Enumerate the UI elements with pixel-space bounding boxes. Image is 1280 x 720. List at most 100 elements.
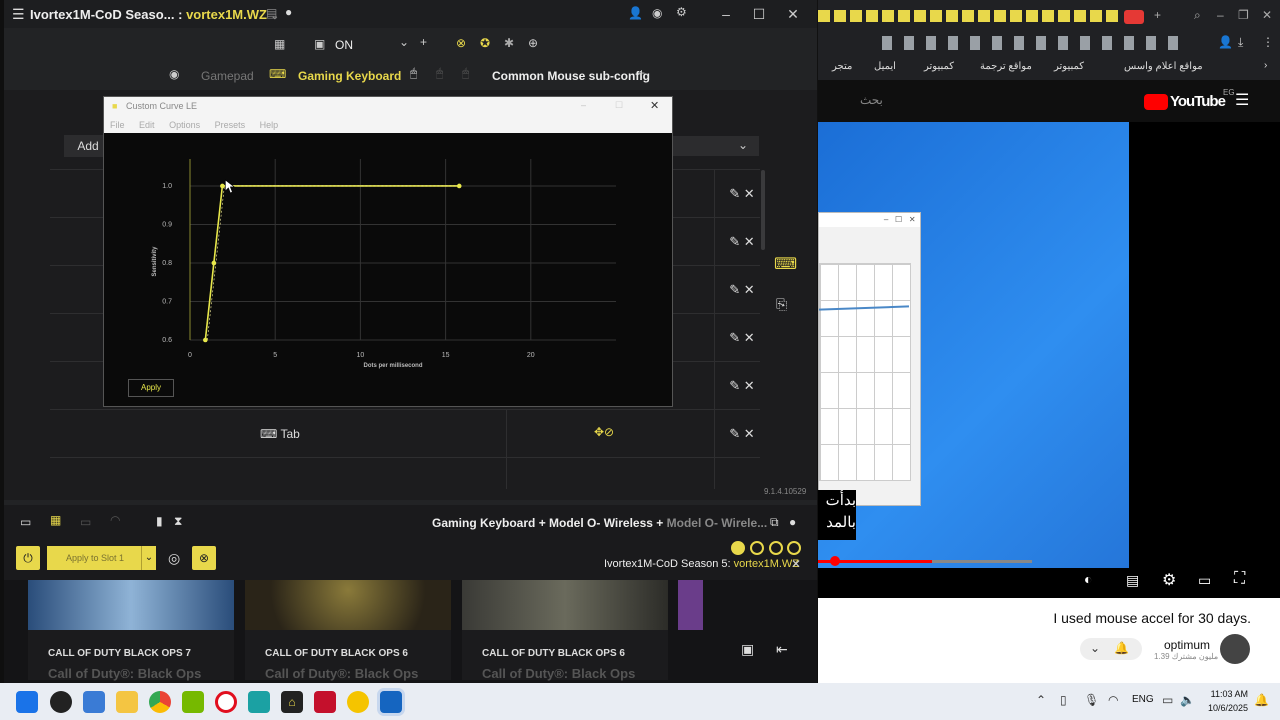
game-tile[interactable]: CALL OF DUTY BLACK OPS 6 Call of Duty®: … [462, 580, 668, 681]
tab-common-mouse[interactable]: Common Mouse sub-config [492, 69, 650, 83]
toggle-label[interactable]: ON [335, 38, 353, 52]
minimize-button[interactable]: – [1217, 8, 1224, 22]
slot-4-dot[interactable] [787, 541, 801, 555]
account-icon[interactable]: 👤 [628, 6, 643, 20]
extension-icons[interactable] [882, 36, 1182, 50]
apply-slot-button[interactable]: Apply to Slot 1 [47, 546, 143, 570]
fullscreen-icon[interactable]: ⛶ [1234, 570, 1245, 588]
copy-icon[interactable]: ⧉ [770, 515, 779, 530]
info-icon[interactable]: ● [789, 515, 796, 529]
keyboard-icon[interactable]: ⌨ [269, 67, 286, 81]
start-icon[interactable] [16, 691, 38, 713]
headset-icon[interactable]: ◠ [1108, 693, 1118, 707]
close-icon[interactable]: ✕ [791, 557, 801, 571]
slot-2-dot[interactable] [750, 541, 764, 555]
app-icon[interactable] [347, 691, 369, 713]
subtitles-icon[interactable]: ▤ [1126, 572, 1139, 589]
hamburger-menu-icon[interactable]: ☰ [1235, 90, 1249, 110]
row-actions[interactable]: ✎ ✕ [722, 234, 762, 250]
game-tile[interactable]: CALL OF DUTY BLACK OPS 6 Call of Duty®: … [245, 580, 451, 681]
game-tile[interactable]: CALL OF DUTY BLACK OPS 7 Call of Duty®: … [28, 580, 234, 681]
maximize-button[interactable]: ☐ [615, 100, 623, 111]
row-actions[interactable]: ✎ ✕ [722, 330, 762, 346]
menu-icon[interactable]: ⋮ [1262, 35, 1274, 49]
xbox-icon[interactable]: ⊗ [192, 546, 216, 570]
apply-button[interactable]: Apply [128, 379, 174, 397]
whatsapp-icon[interactable] [248, 691, 270, 713]
game-thumbnail[interactable] [678, 580, 703, 630]
language-indicator[interactable]: ENG [1132, 694, 1154, 705]
tab-gaming-keyboard[interactable]: Gaming Keyboard [298, 69, 401, 83]
search-input[interactable]: بحث [860, 93, 883, 107]
slot-3-dot[interactable] [769, 541, 783, 555]
usb-icon[interactable]: ▯ [1060, 693, 1067, 707]
chevron-up-icon[interactable]: ⌃ [1036, 693, 1046, 707]
dropdown[interactable]: ⌄ [664, 136, 759, 156]
controller-icon[interactable]: ▣ [314, 37, 325, 51]
menu-help[interactable]: Help [260, 120, 279, 130]
close-button[interactable]: ✕ [650, 99, 659, 112]
active-app-icon[interactable] [380, 691, 402, 713]
crosshair-icon[interactable]: ⊕ [528, 36, 538, 50]
new-tab-icon[interactable]: + [1154, 8, 1161, 22]
settings-icon[interactable]: ⚙ [1162, 570, 1176, 590]
notification-icon[interactable]: 🔔 [1254, 693, 1269, 707]
chevron-down-icon[interactable]: ⌄ [141, 546, 156, 570]
bookmark[interactable]: كمبيوتر [924, 61, 954, 72]
chat-icon[interactable]: ▣ [741, 641, 754, 658]
gamepad-icon[interactable]: ◉ [652, 6, 662, 20]
network-icon[interactable]: ▭ [1162, 693, 1173, 707]
tab-favicons[interactable] [818, 10, 1118, 22]
power-button[interactable]: ⏻ [16, 546, 40, 570]
youtube-logo-icon[interactable] [1144, 94, 1168, 110]
youtube-logo-text[interactable]: YouTube [1170, 93, 1226, 110]
download-icon[interactable]: ⤓ [1238, 35, 1243, 50]
bookmark[interactable]: ايميل [874, 61, 896, 72]
app-icon[interactable] [314, 691, 336, 713]
collapse-icon[interactable]: ⇤ [776, 641, 788, 658]
grid-icon[interactable]: ▦ [274, 37, 285, 51]
bookmark[interactable]: متجر [832, 61, 852, 72]
save-icon[interactable]: ▤ [266, 6, 277, 20]
folder-icon[interactable] [116, 691, 138, 713]
channel-avatar[interactable] [1220, 634, 1250, 664]
profile-icon[interactable]: 👤 [1218, 35, 1233, 49]
target-icon[interactable]: ◎ [168, 550, 180, 567]
add-subconfig-icon[interactable]: + [638, 66, 645, 80]
minimize-button[interactable]: – [712, 4, 740, 24]
mic-icon[interactable]: 🎙 [1084, 693, 1099, 707]
info-icon[interactable]: ● [285, 5, 292, 19]
close-button[interactable]: ✕ [779, 4, 807, 24]
gear-icon[interactable]: ⚙ [676, 5, 687, 19]
macro-icon[interactable]: ✱ [504, 36, 514, 50]
maximize-button[interactable]: ☐ [745, 4, 773, 24]
menu-edit[interactable]: Edit [139, 120, 155, 130]
scrollbar[interactable] [761, 170, 765, 250]
restore-button[interactable]: ❐ [1238, 8, 1249, 22]
mouse-icon[interactable]: 🖱 [462, 66, 469, 81]
minimize-button[interactable]: – [581, 100, 586, 110]
tab-gamepad[interactable]: Gamepad [201, 69, 254, 83]
menu-presets[interactable]: Presets [215, 120, 246, 130]
bookmark[interactable]: كمبيوتر [1054, 61, 1084, 72]
mouse-icon[interactable]: 🖱 [436, 66, 443, 81]
gamepad-icon[interactable]: ▭ [20, 515, 31, 529]
eye-icon[interactable]: ◉ [169, 67, 179, 81]
scrubber[interactable] [830, 556, 840, 566]
mouse-icon[interactable]: 🖱 [410, 66, 417, 81]
config-name[interactable]: vortex1M.WZ [186, 7, 267, 22]
translate-icon[interactable]: ⎘ [776, 296, 787, 313]
row-actions[interactable]: ✎ ✕ [722, 378, 762, 394]
opera-icon[interactable] [215, 691, 237, 713]
active-tab[interactable] [1124, 10, 1144, 24]
row-actions[interactable]: ✎ ✕ [722, 186, 762, 202]
add-icon[interactable]: + [420, 35, 427, 49]
chrome-icon[interactable] [149, 691, 171, 713]
mouse-icon[interactable]: ◠ [110, 513, 120, 527]
volume-icon[interactable]: 🔈 [1180, 693, 1195, 707]
mobile-icon[interactable]: ▮ [156, 514, 163, 528]
curve-chart[interactable]: 0 5 10 15 20 0.6 0.7 0.8 0.9 1.0 Dots per millisec… [104, 133, 672, 373]
chevron-down-icon[interactable]: ⌄ [399, 35, 409, 49]
shortcut-icon[interactable]: ✪ [480, 36, 490, 50]
menu-file[interactable]: File [110, 120, 125, 130]
